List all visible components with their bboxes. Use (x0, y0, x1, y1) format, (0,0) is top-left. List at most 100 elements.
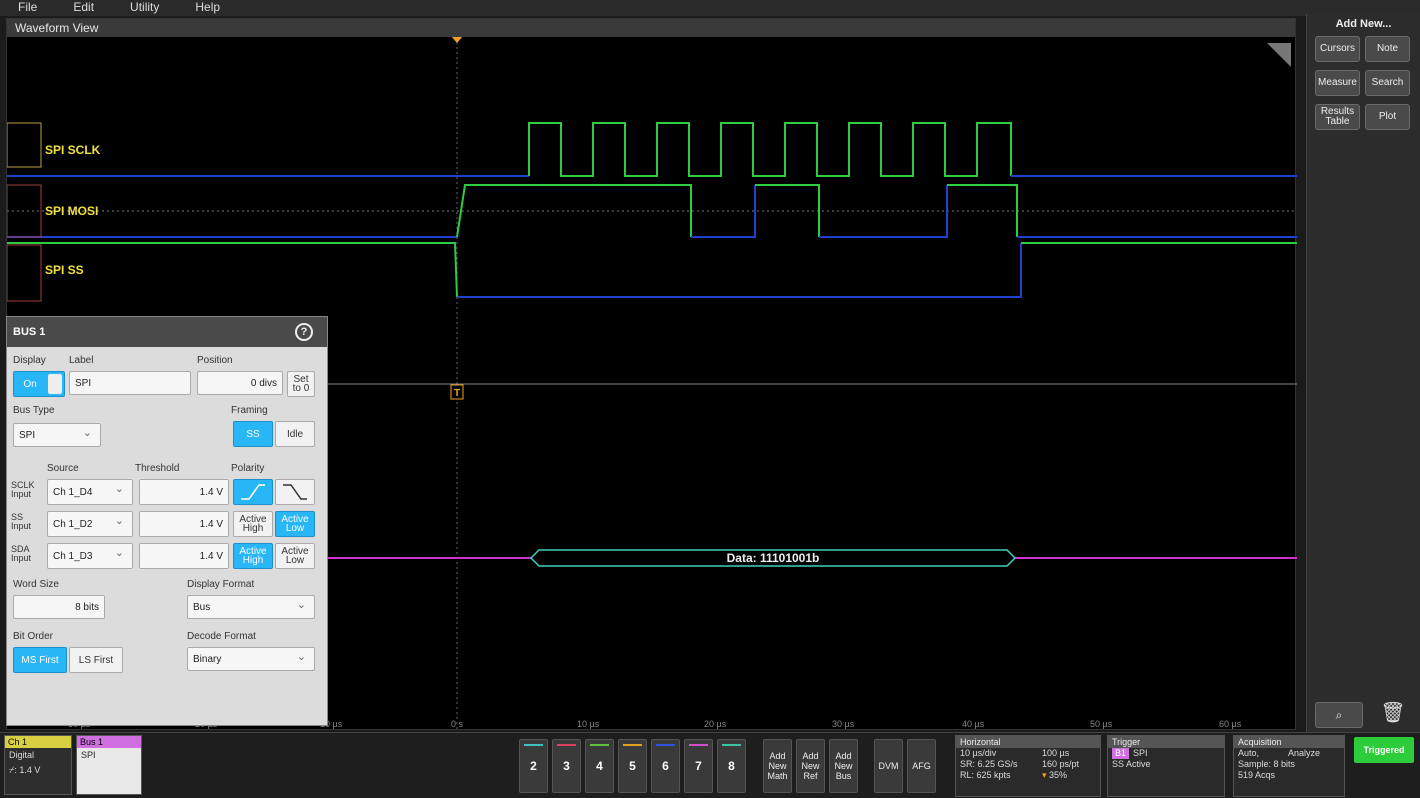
sda-active-low-button[interactable]: Active Low (275, 543, 315, 569)
ch6-button[interactable]: 6 (651, 739, 680, 793)
triggered-status-button[interactable]: Triggered (1354, 737, 1414, 763)
trigger-condition: SS Active (1112, 759, 1151, 769)
acquisition-badge[interactable]: Acquisition Auto, Analyze Sample: 8 bits … (1233, 735, 1345, 797)
oscilloscope-app: File Edit Utility Help SPI SCLK SPI MOSI… (0, 0, 1420, 798)
acquisition-row: 519 Acqs (1234, 770, 1344, 781)
panel-title: BUS 1 (13, 326, 46, 338)
ch-color-strip (590, 744, 609, 746)
bus-type-label: Bus Type (13, 405, 55, 416)
ch-color-strip (656, 744, 675, 746)
ss-channel-handle[interactable] (7, 244, 42, 302)
acquisition-row: Sample: 8 bits (1234, 759, 1344, 770)
measure-button[interactable]: Measure (1315, 70, 1360, 96)
decode-format-select[interactable]: Binary (187, 647, 315, 671)
trigger-position-icon[interactable] (451, 36, 463, 43)
time-label: 30 µs (832, 719, 855, 729)
ch1-badge[interactable]: Ch 1 Digital ⌿: 1.4 V (4, 735, 72, 795)
ch8-button[interactable]: 8 (717, 739, 746, 793)
zoom-corner-icon[interactable] (1267, 43, 1291, 67)
horizontal-head: Horizontal (956, 736, 1100, 748)
rising-edge-icon (241, 484, 265, 500)
cursors-button[interactable]: Cursors (1315, 36, 1360, 62)
decode-format-value: Binary (193, 653, 222, 665)
position-input[interactable]: 0 divs (197, 371, 283, 395)
ch3-button[interactable]: 3 (552, 739, 581, 793)
ms-first-button[interactable]: MS First (13, 647, 67, 673)
add-new-sidebar: Add New... Cursors Note Measure Search R… (1306, 14, 1420, 732)
ss-active-low-button[interactable]: Active Low (275, 511, 315, 537)
display-toggle[interactable]: On (13, 371, 65, 397)
sda-threshold-input[interactable]: 1.4 V (139, 543, 229, 569)
trash-button[interactable]: 🗑 (1377, 700, 1409, 726)
horizontal-record-time: 100 µs (1042, 748, 1070, 758)
trigger-t-text: T (454, 388, 460, 399)
rising-edge-button[interactable] (233, 479, 273, 505)
label-input[interactable]: SPI (69, 371, 191, 395)
framing-idle-button[interactable]: Idle (275, 421, 315, 447)
menu-utility[interactable]: Utility (112, 0, 177, 16)
ch1-line-1: Digital (9, 750, 35, 760)
framing-label: Framing (231, 405, 268, 416)
acquisition-count: 519 Acqs (1238, 770, 1276, 780)
threshold-label: Threshold (135, 463, 180, 474)
add-new-ref-button[interactable]: Add New Ref (796, 739, 825, 793)
sda-source-value: Ch 1_D3 (53, 550, 93, 562)
ch-number: 6 (662, 759, 669, 773)
display-format-label: Display Format (187, 579, 255, 590)
add-new-title: Add New... (1335, 18, 1392, 30)
framing-ss-button[interactable]: SS (233, 421, 273, 447)
ch5-button[interactable]: 5 (618, 739, 647, 793)
position-label: Position (197, 355, 233, 366)
display-label: Display (13, 355, 46, 366)
plot-button[interactable]: Plot (1365, 104, 1410, 130)
acquisition-analyze: Analyze (1288, 748, 1321, 758)
falling-edge-button[interactable] (275, 479, 315, 505)
help-icon[interactable]: ? (295, 323, 313, 341)
time-label: 0 s (451, 719, 464, 729)
waveform-title: Waveform View (15, 21, 99, 35)
word-size-input[interactable]: 8 bits (13, 595, 105, 619)
sclk-source-select[interactable]: Ch 1_D4 (47, 479, 133, 505)
ss-active-high-button[interactable]: Active High (233, 511, 273, 537)
add-new-math-button[interactable]: Add New Math (763, 739, 792, 793)
sclk-trace-pulses (528, 122, 1012, 177)
ss-source-value: Ch 1_D2 (53, 518, 93, 530)
magnifier-icon: ⌕ (1335, 708, 1343, 722)
sclk-input-label: SCLK Input (11, 480, 35, 499)
ch4-button[interactable]: 4 (585, 739, 614, 793)
ch2-button[interactable]: 2 (519, 739, 548, 793)
ss-threshold-input[interactable]: 1.4 V (139, 511, 229, 537)
horizontal-badge[interactable]: Horizontal 10 µs/div 100 µs SR: 6.25 GS/s… (955, 735, 1101, 797)
ss-source-select[interactable]: Ch 1_D2 (47, 511, 133, 537)
ch-number: 5 (629, 759, 636, 773)
menu-help[interactable]: Help (177, 0, 238, 16)
zoom-button[interactable]: ⌕ (1315, 702, 1363, 728)
time-label: 40 µs (962, 719, 985, 729)
set-to-0-button[interactable]: Set to 0 (287, 371, 315, 397)
ch-color-strip (524, 744, 543, 746)
sclk-threshold-input[interactable]: 1.4 V (139, 479, 229, 505)
sda-source-select[interactable]: Ch 1_D3 (47, 543, 133, 569)
results-table-button[interactable]: Results Table (1315, 104, 1360, 130)
note-button[interactable]: Note (1365, 36, 1410, 62)
ch-number: 7 (695, 759, 702, 773)
bus-decode-label: Data: 11101001b (727, 551, 820, 565)
ss-trace-low (457, 243, 1022, 298)
bus1-badge[interactable]: Bus 1 SPI (76, 735, 142, 795)
bus-type-select[interactable]: SPI (13, 423, 101, 447)
horizontal-row: 10 µs/div 100 µs (956, 748, 1100, 759)
menu-file[interactable]: File (0, 0, 55, 16)
sclk-channel-handle[interactable] (7, 122, 42, 168)
ch7-button[interactable]: 7 (684, 739, 713, 793)
ch1-line-2: ⌿: 1.4 V (9, 765, 41, 775)
sda-active-high-button[interactable]: Active High (233, 543, 273, 569)
ls-first-button[interactable]: LS First (69, 647, 123, 673)
dvm-button[interactable]: DVM (874, 739, 903, 793)
add-new-bus-button[interactable]: Add New Bus (829, 739, 858, 793)
afg-button[interactable]: AFG (907, 739, 936, 793)
display-format-select[interactable]: Bus (187, 595, 315, 619)
trigger-badge[interactable]: Trigger B1 SPI SS Active (1107, 735, 1225, 797)
search-button[interactable]: Search (1365, 70, 1410, 96)
bit-order-label: Bit Order (13, 631, 54, 642)
menu-edit[interactable]: Edit (55, 0, 112, 16)
